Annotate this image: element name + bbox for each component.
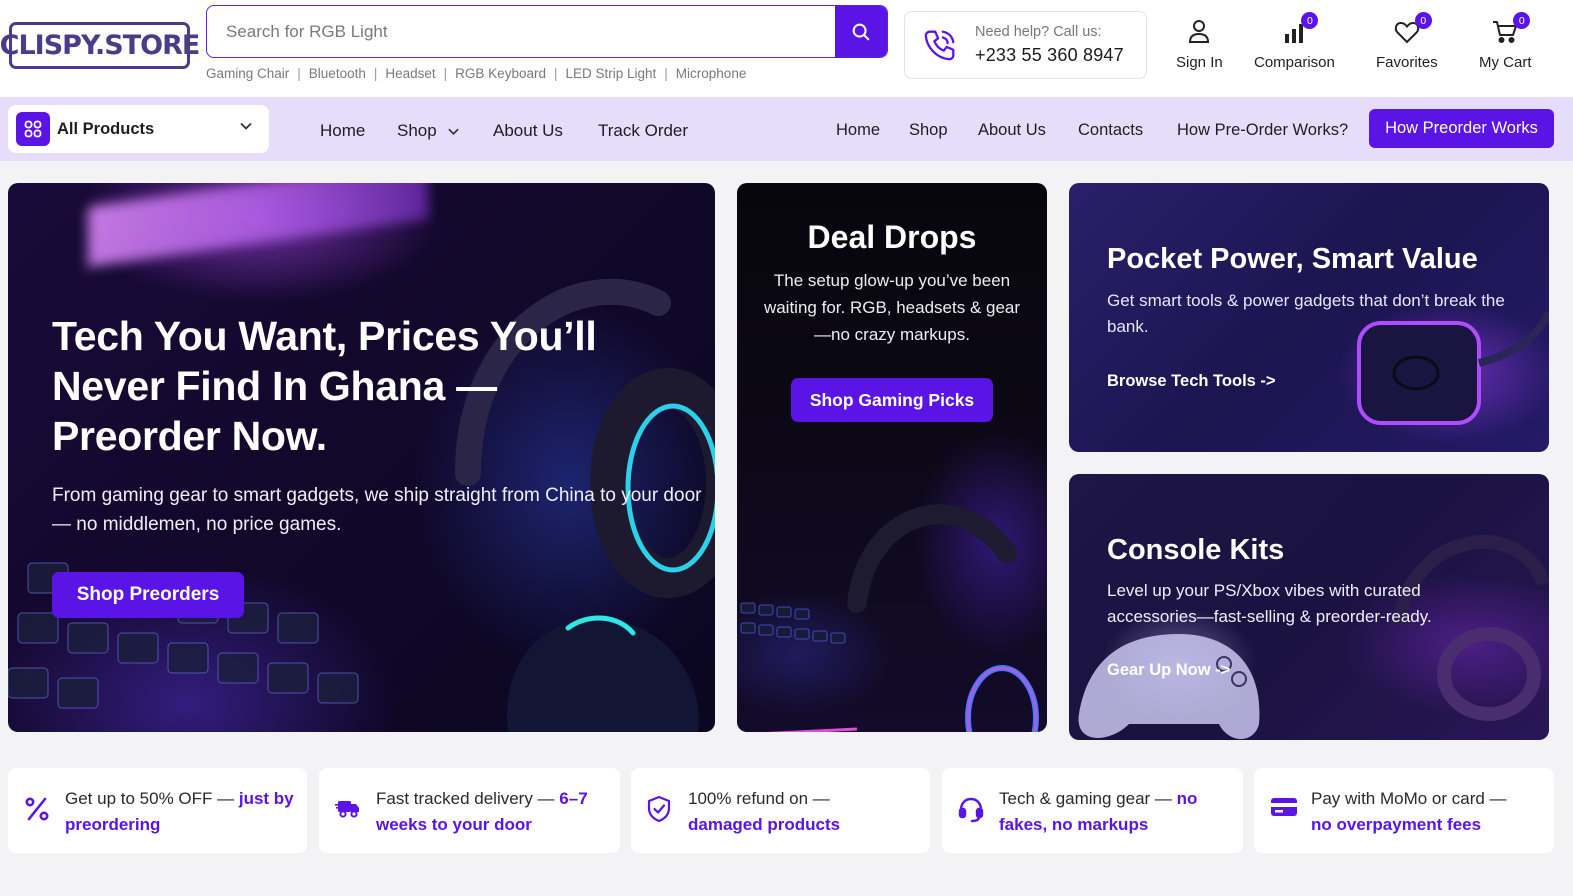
shop-preorders-button[interactable]: Shop Preorders [52, 572, 244, 618]
all-products-label: All Products [57, 119, 155, 138]
percent-icon [25, 797, 49, 821]
header: CLISPY.STORE Gaming Chair | Bluetooth | … [0, 0, 1573, 97]
cart-label: My Cart [1479, 54, 1532, 71]
site-logo[interactable]: CLISPY.STORE [0, 22, 200, 69]
tag-rgb-keyboard[interactable]: RGB Keyboard [455, 66, 546, 81]
comparison-count-badge: 0 [1301, 12, 1319, 29]
deal-drops-title: Deal Drops [807, 219, 977, 255]
console-kits-description: Level up your PS/Xbox vibes with curated… [1107, 581, 1432, 626]
deal-drops-description: The setup glow-up you’ve been waiting fo… [763, 271, 1021, 344]
feature-authentic: Tech & gaming gear — no fakes, no markup… [942, 768, 1243, 853]
search-input[interactable] [207, 6, 835, 57]
console-kits-title: Console Kits [1107, 534, 1285, 566]
grid-icon [16, 112, 50, 146]
help-label: Need help? Call us: [975, 24, 1102, 40]
search-icon [852, 23, 870, 40]
feature-payment: Pay with MoMo or card — no overpayment f… [1254, 768, 1554, 853]
feature-refund-highlight: damaged products [688, 815, 841, 834]
tag-gaming-chair[interactable]: Gaming Chair [206, 66, 289, 81]
nav-shop-label: Shop [397, 121, 437, 140]
user-icon [1189, 20, 1210, 43]
favorites-count-badge: 0 [1414, 12, 1432, 29]
tag-bluetooth[interactable]: Bluetooth [309, 66, 366, 81]
console-kits-card: Console Kits Level up your PS/Xbox vibes… [1069, 474, 1549, 740]
sign-in-button[interactable]: Sign In [1176, 14, 1223, 71]
nav-home-secondary[interactable]: Home [836, 121, 880, 140]
pocket-power-title: Pocket Power, Smart Value [1107, 243, 1478, 275]
feature-delivery: Fast tracked delivery — 6–7 weeks to you… [319, 768, 620, 853]
feature-payment-text: Pay with MoMo or card — [1311, 789, 1507, 808]
hero-banner: Tech You Want, Prices You’ll Never Find … [8, 183, 715, 732]
nav-track-order[interactable]: Track Order [598, 121, 688, 141]
phone-icon [924, 30, 955, 61]
comparison-label: Comparison [1254, 54, 1335, 71]
gaming-setup-image [740, 504, 1039, 732]
help-phone[interactable]: +233 55 360 8947 [975, 45, 1124, 66]
cart-button[interactable]: 0 My Cart [1479, 12, 1532, 71]
all-products-dropdown[interactable]: All Products [8, 105, 269, 153]
mouse-image [507, 615, 699, 732]
headset-icon [958, 797, 984, 823]
chevron-down-icon [240, 122, 252, 130]
sign-in-label: Sign In [1176, 54, 1223, 71]
shop-gaming-picks-button[interactable]: Shop Gaming Picks [791, 378, 993, 422]
feature-authentic-text: Tech & gaming gear — [999, 789, 1177, 808]
favorites-button[interactable]: 0 Favorites [1376, 12, 1438, 71]
search-bar [206, 5, 888, 58]
favorites-label: Favorites [1376, 54, 1438, 71]
tag-headset[interactable]: Headset [385, 66, 435, 81]
shield-check-icon [647, 795, 671, 823]
tag-microphone[interactable]: Microphone [676, 66, 747, 81]
pocket-power-description: Get smart tools & power gadgets that don… [1107, 291, 1505, 336]
help-box[interactable]: Need help? Call us: +233 55 360 8947 [904, 11, 1147, 79]
hero-background-glow [88, 183, 428, 267]
hero-description: From gaming gear to smart gadgets, we sh… [52, 485, 702, 535]
card-icon [1271, 798, 1297, 816]
chevron-down-icon [447, 128, 459, 135]
browse-tech-tools-link[interactable]: Browse Tech Tools -> [1107, 372, 1276, 391]
nav-home[interactable]: Home [320, 121, 365, 141]
nav-contacts[interactable]: Contacts [1078, 121, 1143, 140]
feature-delivery-text: Fast tracked delivery — [376, 789, 560, 808]
feature-discount: Get up to 50% OFF — just by preordering [8, 768, 307, 853]
feature-refund-text: 100% refund on — [688, 789, 830, 808]
hero-title: Tech You Want, Prices You’ll Never Find … [52, 313, 597, 459]
nav-about-us-secondary[interactable]: About Us [978, 121, 1046, 140]
popular-search-tags: Gaming Chair | Bluetooth | Headset | RGB… [206, 66, 747, 81]
tag-led-strip-light[interactable]: LED Strip Light [565, 66, 656, 81]
feature-discount-text: Get up to 50% OFF — [65, 789, 239, 808]
deal-drops-card: Deal Drops The setup glow-up you’ve been… [737, 183, 1047, 732]
nav-shop[interactable]: Shop [397, 121, 460, 141]
pocket-power-card: Pocket Power, Smart Value Get smart tool… [1069, 183, 1549, 452]
feature-refund: 100% refund on — damaged products [631, 768, 930, 853]
nav-how-preorder-works-link[interactable]: How Pre-Order Works? [1177, 121, 1348, 140]
how-preorder-works-button[interactable]: How Preorder Works [1369, 109, 1554, 148]
cart-count-badge: 0 [1513, 12, 1531, 29]
logo-text: CLISPY.STORE [0, 30, 200, 61]
truck-icon [335, 801, 359, 818]
comparison-button[interactable]: 0 Comparison [1254, 12, 1335, 71]
main-navigation: All Products Home Shop About Us Track Or… [0, 97, 1573, 161]
gear-up-now-link[interactable]: Gear Up Now -> [1107, 661, 1230, 680]
nav-about-us[interactable]: About Us [493, 121, 563, 141]
nav-shop-secondary[interactable]: Shop [909, 121, 948, 140]
search-button[interactable] [835, 6, 887, 57]
feature-payment-highlight: no overpayment fees [1311, 815, 1482, 834]
